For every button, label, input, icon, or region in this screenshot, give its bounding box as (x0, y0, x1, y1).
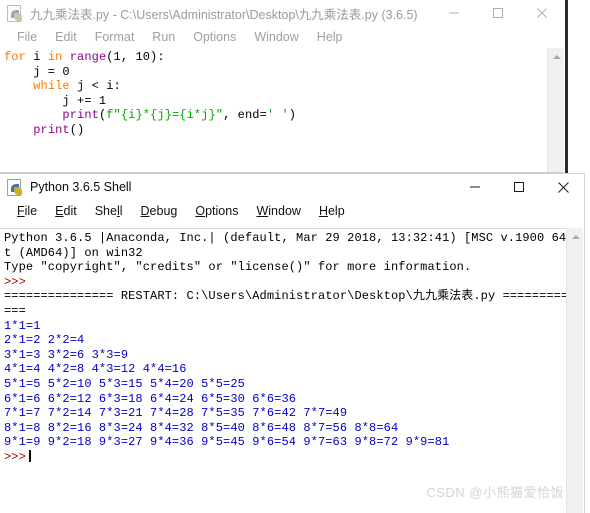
code-token: j < i: (77, 79, 121, 94)
scroll-up-arrow-icon[interactable] (567, 228, 584, 245)
code-line: j += 1 (4, 94, 547, 109)
shell-output-line: 4*1=4 4*2=8 4*3=12 4*4=16 (4, 362, 187, 377)
python-shell-icon (6, 178, 24, 196)
shell-output-line: 3*1=3 3*2=6 3*3=9 (4, 347, 129, 362)
code-token: print (62, 108, 99, 123)
menu-item-options[interactable]: Options (184, 26, 245, 48)
shell-window-controls (453, 174, 585, 200)
shell-window[interactable]: Python 3.6.5 Shell File Edit Shell Debug… (0, 173, 585, 513)
code-token: j += 1 (4, 93, 107, 108)
code-line: for i in range(1, 10): (4, 50, 547, 65)
code-token: in (47, 50, 70, 64)
menu-item-edit[interactable]: Edit (46, 26, 86, 48)
shell-vertical-scrollbar[interactable] (566, 228, 583, 513)
code-token: j = 0 (4, 64, 70, 79)
code-token: range (69, 50, 107, 64)
shell-output-text: Python 3.6.5 |Anaconda, Inc.| (default, … (0, 229, 566, 465)
shell-output-line: >>> (4, 274, 26, 289)
editor-menubar[interactable]: File Edit Format Run Options Window Help (0, 26, 564, 48)
editor-window[interactable]: 九九乘法表.py - C:\Users\Administrator\Deskto… (0, 0, 564, 173)
editor-window-controls (432, 0, 564, 26)
menu-item-help[interactable]: Help (308, 26, 352, 48)
code-token: () (69, 122, 85, 137)
menu-item-window[interactable]: Window (245, 26, 307, 48)
python-file-icon (6, 4, 24, 22)
text-caret (28, 449, 31, 462)
menu-item-options[interactable]: Options (186, 200, 247, 222)
code-line: print(f"{i}*{j}={i*j}", end=' ') (4, 108, 547, 123)
shell-right-border (584, 174, 585, 513)
code-line: while j < i: (4, 79, 547, 94)
code-line: j = 0 (4, 65, 547, 80)
shell-output-line: 9*1=9 9*2=18 9*3=27 9*4=36 9*5=45 9*6=54… (4, 435, 450, 450)
minimize-button[interactable] (432, 0, 476, 26)
code-token: (1, 10): (106, 50, 165, 64)
menu-item-debug[interactable]: Debug (132, 200, 187, 222)
shell-output-line: 8*1=8 8*2=16 8*3=24 8*4=32 8*5=40 8*6=48… (4, 420, 399, 435)
code-token: print (33, 122, 70, 137)
close-button[interactable] (520, 0, 564, 26)
menu-item-window[interactable]: Window (247, 200, 309, 222)
code-token: ' ' (266, 108, 289, 123)
shell-prompt-line[interactable]: >>> (4, 449, 566, 465)
editor-titlebar[interactable]: 九九乘法表.py - C:\Users\Administrator\Deskto… (0, 0, 564, 26)
close-button[interactable] (541, 174, 585, 200)
menu-item-file[interactable]: File (8, 26, 46, 48)
menu-item-format[interactable]: Format (86, 26, 144, 48)
shell-output-line: === (4, 303, 26, 318)
shell-output-line: Type "copyright", "credits" or "license(… (4, 260, 472, 275)
menu-item-file[interactable]: File (8, 200, 46, 222)
editor-code: for i in range(1, 10): j = 0 while j < i… (0, 48, 547, 138)
code-token: for (4, 50, 34, 64)
shell-menubar[interactable]: File Edit Shell Debug Options Window Hel… (0, 200, 585, 222)
shell-titlebar[interactable]: Python 3.6.5 Shell (0, 174, 585, 200)
code-token: while (33, 79, 78, 94)
editor-text-area[interactable]: for i in range(1, 10): j = 0 while j < i… (0, 48, 547, 172)
shell-output-line: 5*1=5 5*2=10 5*3=15 5*4=20 5*5=25 (4, 376, 245, 391)
menu-item-help[interactable]: Help (310, 200, 354, 222)
shell-output-line: =============== RESTART: C:\Users\Admini… (4, 289, 566, 304)
shell-output-line: t (AMD64)] on win32 (4, 245, 143, 260)
shell-title-text: Python 3.6.5 Shell (30, 180, 132, 194)
maximize-button[interactable] (476, 0, 520, 26)
menu-item-edit[interactable]: Edit (46, 200, 86, 222)
shell-output-line: 6*1=6 6*2=12 6*3=18 6*4=24 6*5=30 6*6=36 (4, 391, 297, 406)
maximize-button[interactable] (497, 174, 541, 200)
menu-item-shell[interactable]: Shell (86, 200, 132, 222)
shell-output-line: Python 3.6.5 |Anaconda, Inc.| (default, … (4, 231, 566, 245)
menu-item-run[interactable]: Run (143, 26, 184, 48)
shell-prompt: >>> (4, 449, 26, 464)
scroll-up-arrow-icon[interactable] (548, 48, 565, 65)
shell-output-area[interactable]: Python 3.6.5 |Anaconda, Inc.| (default, … (0, 228, 566, 513)
shell-output-line: 2*1=2 2*2=4 (4, 333, 85, 348)
code-token: i (33, 50, 48, 64)
code-token: f"{i}*{j}={i*j}" (106, 108, 224, 123)
shell-output-line: 7*1=7 7*2=14 7*3=21 7*4=28 7*5=35 7*6=42… (4, 406, 348, 421)
editor-vertical-scrollbar[interactable] (547, 48, 564, 172)
code-token: ) (288, 108, 297, 123)
shell-output-line: 1*1=1 (4, 318, 41, 333)
csdn-watermark: CSDN @小熊猫爱恰饭 (426, 485, 564, 500)
code-token: , end= (223, 108, 267, 123)
code-line: print() (4, 123, 547, 138)
editor-window-edge-shadow (565, 0, 568, 173)
minimize-button[interactable] (453, 174, 497, 200)
editor-title-text: 九九乘法表.py - C:\Users\Administrator\Deskto… (30, 7, 418, 22)
